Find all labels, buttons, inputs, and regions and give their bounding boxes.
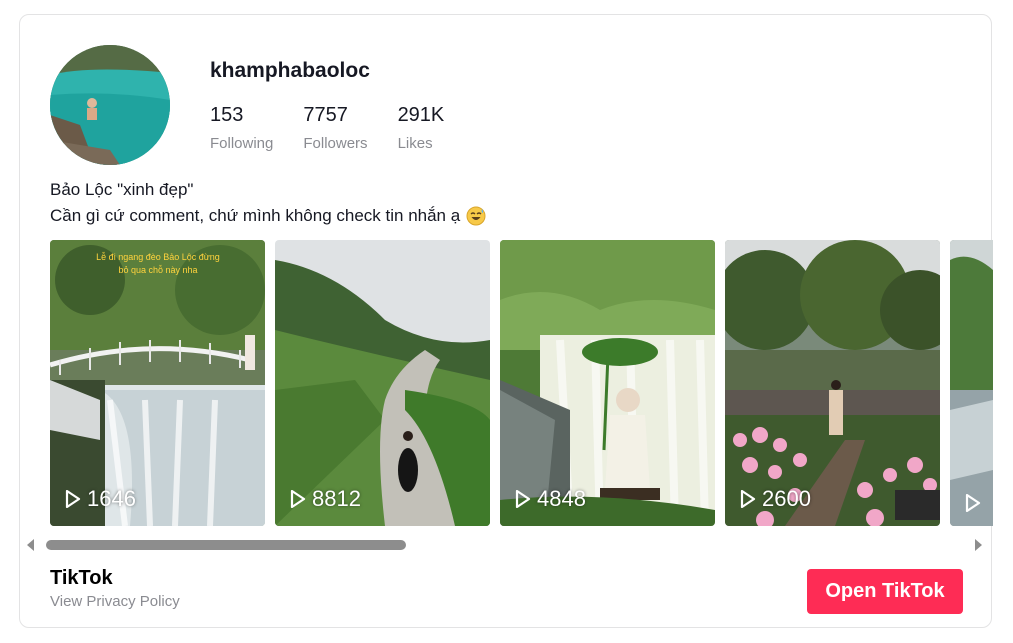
- play-icon: [515, 490, 531, 508]
- video-carousel[interactable]: Lễ đi ngang đèo Bảo Lộc đừng bỏ qua chỗ …: [50, 240, 993, 526]
- video-thumbnail[interactable]: Lễ đi ngang đèo Bảo Lộc đừng bỏ qua chỗ …: [50, 240, 265, 526]
- video-thumbnail[interactable]: 8812: [275, 240, 490, 526]
- bio-line-1: Bảo Lộc "xinh đẹp": [50, 180, 194, 199]
- sweat-smile-emoji-icon: [466, 206, 486, 226]
- play-count: 1646: [65, 486, 136, 512]
- play-icon: [965, 494, 981, 512]
- play-icon: [65, 490, 81, 508]
- play-count: 2600: [740, 486, 811, 512]
- scrollbar-thumb[interactable]: [46, 540, 406, 550]
- profile-bio: Bảo Lộc "xinh đẹp" Cần gì cứ comment, ch…: [50, 177, 486, 229]
- username[interactable]: khamphabaoloc: [210, 59, 370, 83]
- stat-followers: 7757 Followers: [303, 104, 367, 152]
- following-count: 153: [210, 104, 244, 126]
- likes-count: 291K: [397, 104, 445, 126]
- avatar[interactable]: [50, 45, 170, 165]
- play-icon: [740, 490, 756, 508]
- stat-likes: 291K Likes: [398, 104, 445, 152]
- view-count: 8812: [312, 486, 361, 511]
- followers-label: Followers: [303, 135, 368, 152]
- likes-label: Likes: [397, 135, 433, 152]
- bio-line-2-wrap: Cần gì cứ comment, chứ mình không check …: [50, 203, 486, 229]
- play-icon: [290, 490, 306, 508]
- profile-stats: 153 Following 7757 Followers 291K Likes: [210, 104, 444, 152]
- view-count: 1646: [87, 486, 136, 511]
- view-count: 4848: [537, 486, 586, 511]
- following-label: Following: [210, 135, 274, 152]
- video-thumbnail[interactable]: 4848: [500, 240, 715, 526]
- svg-text:bỏ qua chỗ này nha: bỏ qua chỗ này nha: [118, 265, 197, 275]
- stat-following: 153 Following: [210, 104, 273, 152]
- scroll-left-arrow-icon[interactable]: [26, 539, 36, 551]
- view-count: 2600: [762, 486, 811, 511]
- video-thumbnail[interactable]: [950, 240, 993, 526]
- scroll-right-arrow-icon[interactable]: [973, 539, 983, 551]
- open-tiktok-button[interactable]: Open TikTok: [807, 569, 963, 614]
- privacy-policy-link[interactable]: View Privacy Policy: [50, 593, 180, 610]
- horizontal-scrollbar[interactable]: [24, 536, 989, 554]
- tiktok-brand-label: TikTok: [50, 567, 113, 589]
- bio-line-2: Cần gì cứ comment, chứ mình không check …: [50, 206, 461, 225]
- video-thumbnail[interactable]: 2600: [725, 240, 940, 526]
- play-count: 8812: [290, 486, 361, 512]
- play-count: [965, 494, 987, 512]
- followers-count: 7757: [303, 104, 348, 126]
- tiktok-embed-card: khamphabaoloc 153 Following 7757 Followe…: [19, 14, 993, 628]
- play-count: 4848: [515, 486, 586, 512]
- svg-text:Lễ đi ngang đèo Bảo Lộc đừng: Lễ đi ngang đèo Bảo Lộc đừng: [96, 252, 220, 262]
